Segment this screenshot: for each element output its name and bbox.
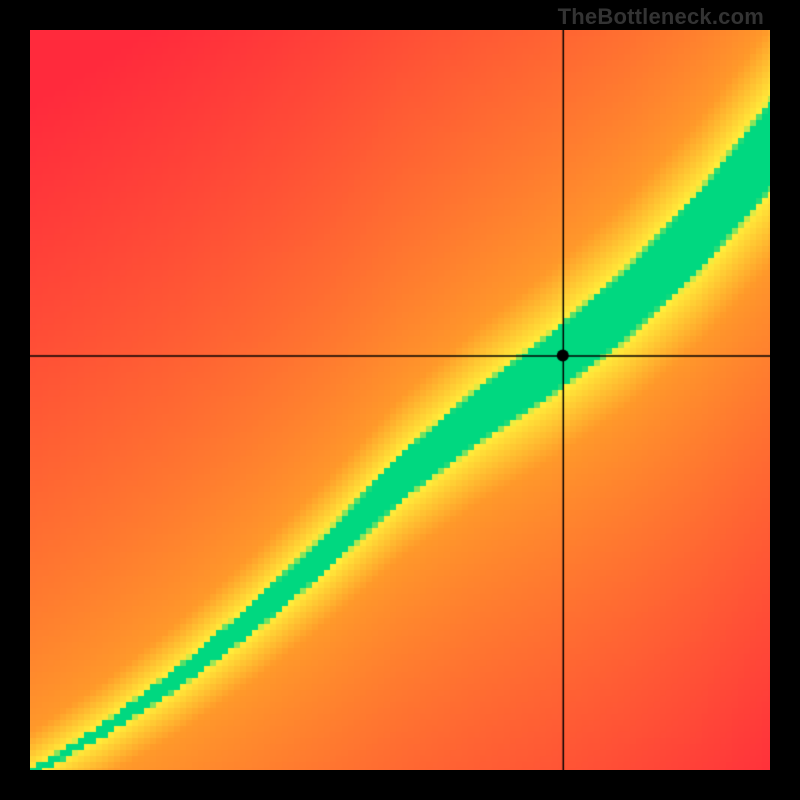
watermark-text: TheBottleneck.com xyxy=(558,4,764,30)
heatmap-container xyxy=(30,30,770,770)
bottleneck-heatmap xyxy=(30,30,770,770)
chart-frame: TheBottleneck.com xyxy=(0,0,800,800)
